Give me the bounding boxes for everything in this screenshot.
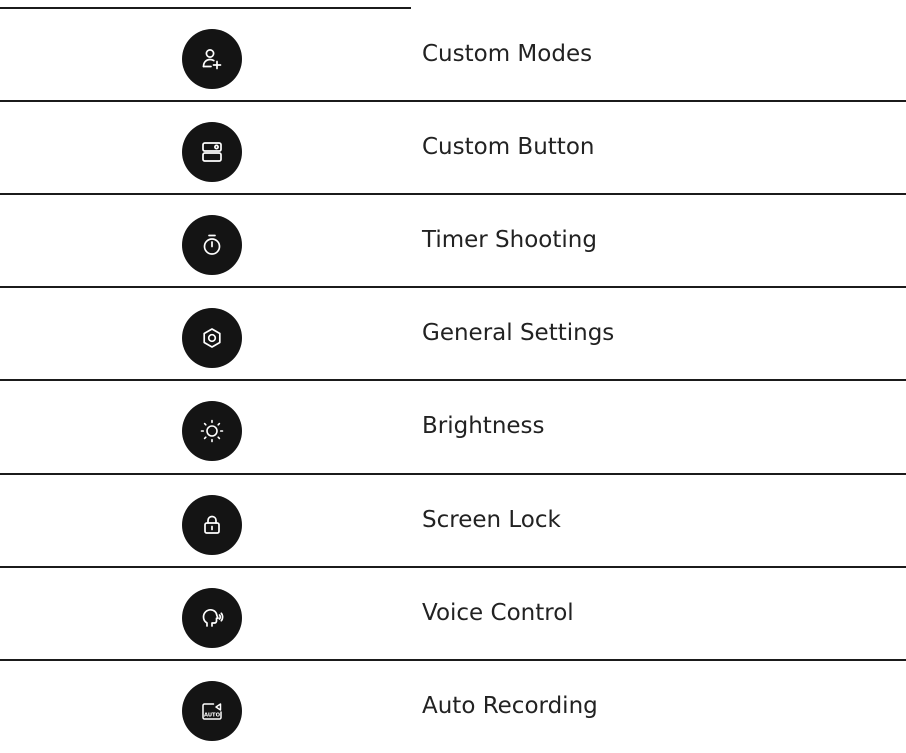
feature-label: Brightness	[422, 413, 545, 439]
auto-recording-icon: AUTO	[182, 681, 242, 741]
feature-label: General Settings	[422, 320, 615, 346]
custom-button-icon	[182, 122, 242, 182]
feature-label: Screen Lock	[422, 507, 561, 533]
feature-row: Screen Lock	[0, 474, 906, 567]
svg-text:AUTO: AUTO	[204, 713, 221, 719]
feature-row: AUTO Auto Recording	[0, 660, 906, 753]
feature-row: General Settings	[0, 287, 906, 380]
feature-row: Custom Button	[0, 101, 906, 194]
feature-row: Brightness	[0, 380, 906, 473]
feature-label: Auto Recording	[422, 693, 598, 719]
feature-label: Timer Shooting	[422, 227, 597, 253]
user-add-icon	[182, 29, 242, 89]
brightness-icon	[182, 401, 242, 461]
feature-row: Custom Modes	[0, 8, 906, 101]
feature-label: Voice Control	[422, 600, 574, 626]
feature-label: Custom Modes	[422, 41, 593, 67]
settings-icon	[182, 308, 242, 368]
voice-control-icon	[182, 588, 242, 648]
lock-icon	[182, 495, 242, 555]
feature-row: Voice Control	[0, 567, 906, 660]
feature-row: Timer Shooting	[0, 194, 906, 287]
timer-icon	[182, 215, 242, 275]
feature-label: Custom Button	[422, 134, 595, 160]
